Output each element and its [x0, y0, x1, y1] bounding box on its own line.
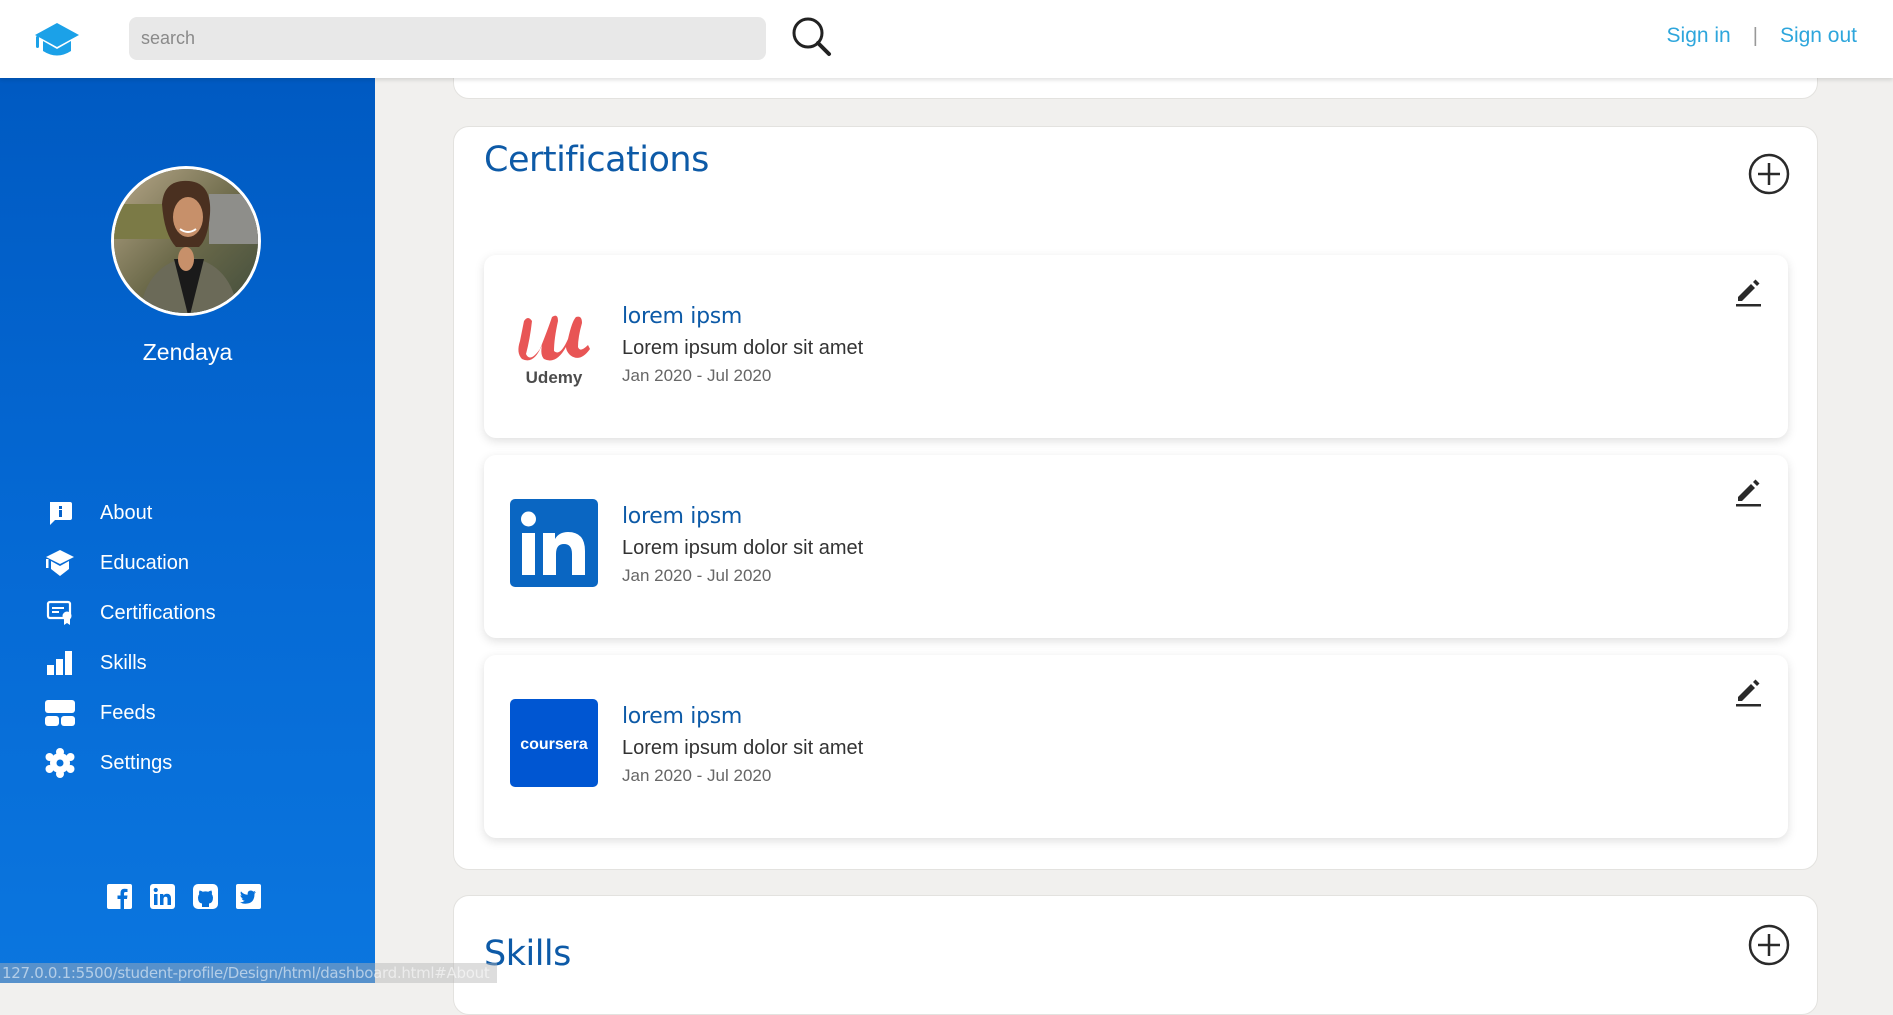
sidebar-item-certifications[interactable]: Certifications	[44, 588, 216, 638]
certification-title[interactable]: lorem ipsm	[622, 502, 863, 532]
certification-date: Jan 2020 - Jul 2020	[622, 364, 863, 388]
github-icon[interactable]	[193, 884, 218, 909]
browser-status-bar: 127.0.0.1:5500/student-profile/Design/ht…	[0, 963, 497, 983]
svg-text:Udemy: Udemy	[526, 368, 583, 387]
graduation-cap-icon	[44, 547, 76, 579]
skills-card: Skills	[453, 895, 1818, 1015]
sidebar-item-about[interactable]: About	[44, 488, 216, 538]
linkedin-logo	[510, 499, 598, 587]
sidebar-item-label: Certifications	[100, 602, 216, 625]
certification-item: Udemy lorem ipsm Lorem ipsum dolor sit a…	[484, 255, 1788, 438]
sidebar-item-feeds[interactable]: Feeds	[44, 688, 216, 738]
sidebar-item-education[interactable]: Education	[44, 538, 216, 588]
sign-out-link[interactable]: Sign out	[1780, 24, 1857, 48]
sidebar-nav: About Education Certifications Skills Fe…	[44, 488, 216, 788]
sidebar-item-settings[interactable]: Settings	[44, 738, 216, 788]
certification-title[interactable]: lorem ipsm	[622, 702, 863, 732]
certification-date: Jan 2020 - Jul 2020	[622, 564, 863, 588]
info-bubble-icon	[44, 497, 76, 529]
udemy-logo: Udemy	[510, 299, 598, 387]
certification-description: Lorem ipsum dolor sit amet	[622, 332, 863, 364]
sign-in-link[interactable]: Sign in	[1667, 24, 1731, 48]
twitter-icon[interactable]	[236, 884, 261, 909]
pencil-icon[interactable]	[1734, 275, 1764, 307]
svg-text:coursera: coursera	[520, 736, 588, 753]
certification-item: lorem ipsm Lorem ipsum dolor sit amet Ja…	[484, 455, 1788, 638]
gear-icon	[44, 747, 76, 779]
sidebar-item-skills[interactable]: Skills	[44, 638, 216, 688]
certification-date: Jan 2020 - Jul 2020	[622, 764, 863, 788]
certifications-card: Certifications Udemy lorem ipsm Lorem ip…	[453, 126, 1818, 870]
social-links	[107, 884, 261, 909]
sidebar-item-label: Skills	[100, 652, 147, 675]
linkedin-icon[interactable]	[150, 884, 175, 909]
certification-details: lorem ipsm Lorem ipsum dolor sit amet Ja…	[622, 302, 863, 388]
sidebar-item-label: Education	[100, 552, 189, 575]
plus-circle-icon[interactable]	[1748, 924, 1790, 966]
pencil-icon[interactable]	[1734, 475, 1764, 507]
certification-description: Lorem ipsum dolor sit amet	[622, 532, 863, 564]
sidebar: Zendaya About Education Certifications S…	[0, 78, 375, 983]
bar-chart-icon	[44, 647, 76, 679]
avatar-photo	[114, 169, 261, 316]
auth-links: Sign in | Sign out	[1667, 24, 1857, 48]
sidebar-item-label: Settings	[100, 752, 172, 775]
avatar[interactable]	[111, 166, 261, 316]
certification-details: lorem ipsm Lorem ipsum dolor sit amet Ja…	[622, 702, 863, 788]
auth-separator: |	[1753, 25, 1758, 48]
graduation-cap-icon[interactable]	[32, 20, 82, 60]
facebook-icon[interactable]	[107, 884, 132, 909]
section-title-certifications: Certifications	[484, 140, 709, 180]
pencil-icon[interactable]	[1734, 675, 1764, 707]
profile-name: Zendaya	[0, 339, 375, 366]
certification-details: lorem ipsm Lorem ipsum dolor sit amet Ja…	[622, 502, 863, 588]
feeds-layout-icon	[44, 697, 76, 729]
certificate-icon	[44, 597, 76, 629]
sidebar-item-label: About	[100, 502, 152, 525]
magnifier-icon[interactable]	[790, 15, 834, 59]
plus-circle-icon[interactable]	[1748, 153, 1790, 195]
certification-title[interactable]: lorem ipsm	[622, 302, 863, 332]
sidebar-item-label: Feeds	[100, 702, 156, 725]
certification-description: Lorem ipsum dolor sit amet	[622, 732, 863, 764]
certification-item: coursera lorem ipsm Lorem ipsum dolor si…	[484, 655, 1788, 838]
top-header: Sign in | Sign out	[0, 0, 1893, 78]
coursera-logo: coursera	[510, 699, 598, 787]
search-input[interactable]	[129, 17, 766, 60]
